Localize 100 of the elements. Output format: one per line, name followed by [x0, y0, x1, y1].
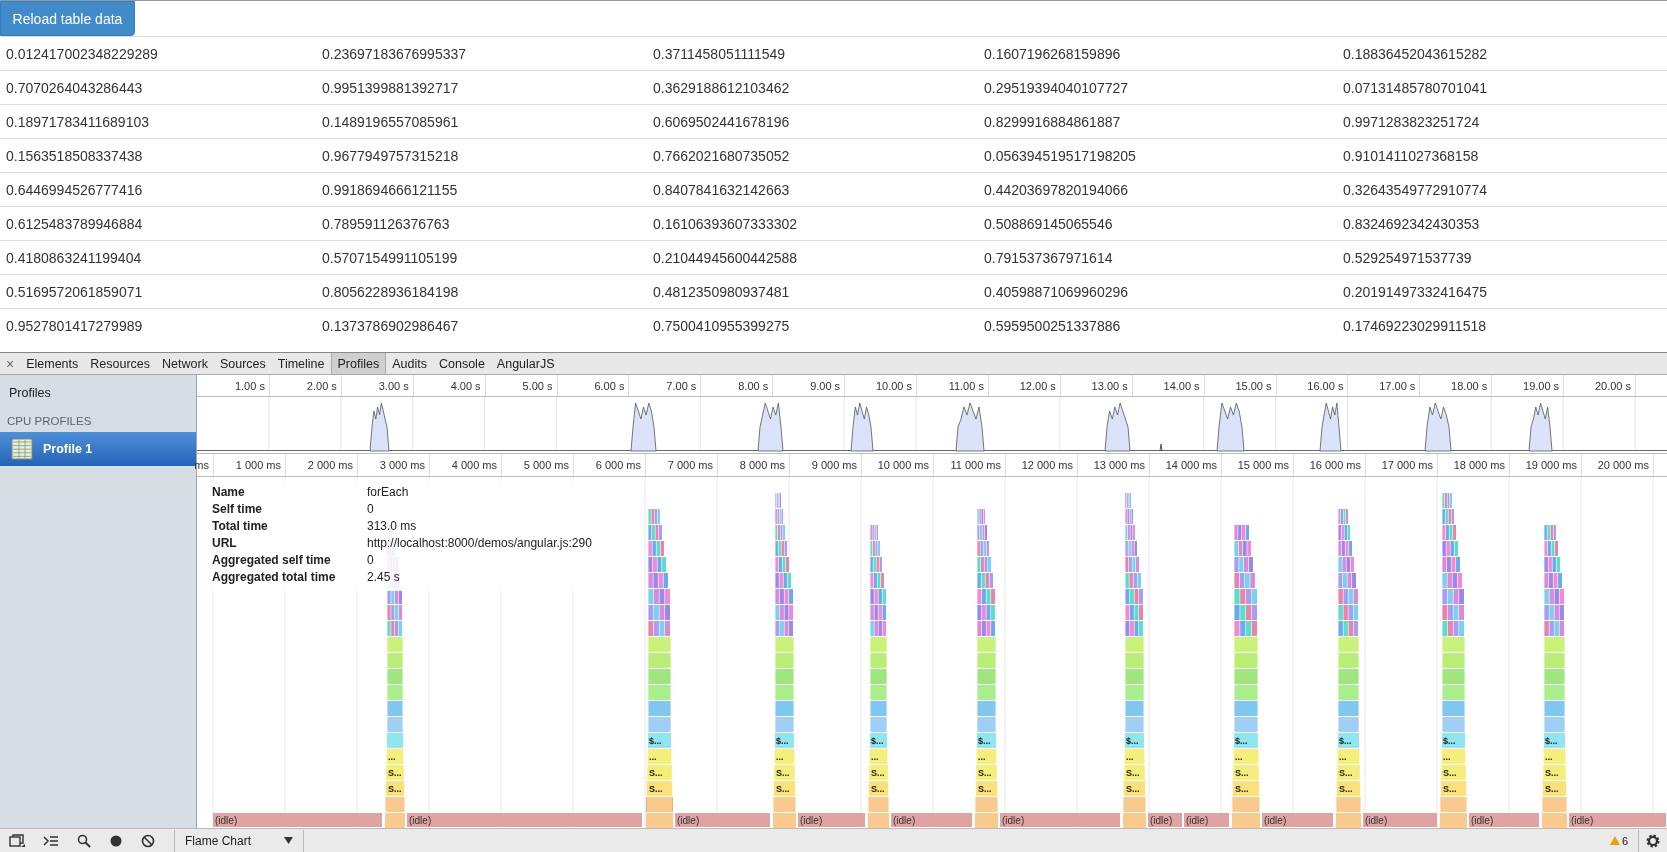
tooltip-label: Self time [212, 501, 263, 517]
record-icon[interactable] [109, 833, 123, 848]
tab[interactable]: Timeline [271, 353, 331, 374]
clear-icon[interactable] [141, 833, 155, 848]
tick-label: 5.00 s [522, 380, 553, 392]
frame-label: ... [388, 752, 396, 762]
table-cell-text: 0.8056228936184198 [321, 283, 460, 300]
call-stack-bars[interactable] [646, 509, 673, 828]
frame-label: S... [1339, 768, 1353, 778]
tab[interactable]: Console [432, 353, 491, 374]
tick-label: 14.00 s [1163, 380, 1200, 392]
tab[interactable]: Sources [213, 353, 272, 374]
frame-label: $... [1339, 736, 1352, 746]
dock-icon[interactable] [9, 833, 25, 848]
spreadsheet-icon [11, 438, 33, 460]
call-stack-bars[interactable] [1336, 509, 1361, 828]
tick-label: 4.00 s [450, 380, 481, 392]
call-stack-bars[interactable] [1542, 525, 1567, 828]
frame-label: $... [1235, 736, 1248, 746]
table-cell-text: 0.7662021680735052 [652, 147, 791, 164]
table-cell-text: 0.012417002348229289 [5, 45, 159, 62]
caret-icon [284, 837, 293, 844]
tooltip-value: forEach [367, 484, 410, 500]
table-cell-text: 0.5959500251337886 [983, 317, 1122, 334]
warning-counter[interactable]: 6 [1609, 829, 1639, 852]
table-cell-text: 0.40598871069960296 [983, 283, 1130, 300]
call-stack-bars[interactable] [868, 525, 889, 828]
tick-label: 17 000 ms [1381, 459, 1433, 471]
frame-label: S... [1235, 784, 1249, 794]
tick-label: 4 000 ms [451, 459, 497, 471]
idle-bar[interactable]: (idle) [1000, 813, 1120, 827]
idle-bar[interactable]: (idle) [1184, 813, 1229, 827]
table-cell-text: 0.3629188612103462 [652, 79, 791, 96]
section-heading: CPU PROFILES [6, 414, 93, 429]
idle-bar[interactable]: (idle) [1469, 813, 1539, 827]
console-drawer-icon[interactable] [43, 833, 59, 848]
tab[interactable]: Elements [20, 353, 85, 374]
table-cell-text: 0.7500410955399275 [652, 317, 791, 334]
call-stack-bars[interactable] [1123, 493, 1146, 828]
frame-label: S... [1126, 768, 1140, 778]
sidebar-title: Profiles [8, 385, 52, 402]
idle-bar[interactable]: (idle) [675, 813, 770, 827]
table-cell-text: 0.8299916884861887 [983, 113, 1122, 130]
tab[interactable]: Resources [84, 353, 157, 374]
tick-label: 9 000 ms [811, 459, 857, 471]
tick-label: 11.00 s [948, 380, 984, 392]
frame-label: S... [649, 768, 663, 778]
frame-label: S... [1443, 768, 1457, 778]
tick-label: 15 000 ms [1237, 459, 1289, 471]
idle-bar[interactable]: (idle) [407, 813, 642, 827]
profile-item[interactable]: Profile 1 [0, 432, 196, 466]
idle-bar[interactable]: (idle) [213, 813, 382, 827]
tab[interactable]: Audits [386, 353, 433, 374]
frame-label: S... [388, 784, 402, 794]
tick-label: ms [194, 459, 209, 471]
tick-label: 18 000 ms [1453, 459, 1505, 471]
reload-button[interactable]: Reload table data [0, 1, 135, 36]
table-cell-text: 0.6125483789946884 [5, 215, 144, 232]
call-stack-bars[interactable] [1440, 493, 1467, 828]
idle-bar[interactable]: (idle) [1262, 813, 1333, 827]
cpu-usage-peak [757, 402, 784, 452]
tick-label: 12 000 ms [1021, 459, 1073, 471]
view-dropdown[interactable]: Flame Chart [174, 829, 304, 852]
call-stack-bars[interactable] [975, 509, 998, 828]
idle-bar[interactable]: (idle) [798, 813, 865, 827]
frame-label: ... [1339, 752, 1347, 762]
table-cell-text: 0.23697183676995337 [321, 45, 468, 62]
tick-label: 3 000 ms [379, 459, 425, 471]
tick-label: 2 000 ms [307, 459, 353, 471]
idle-bar[interactable]: (idle) [891, 813, 972, 827]
search-icon[interactable] [77, 833, 91, 848]
idle-bar[interactable]: (idle) [1569, 813, 1666, 827]
idle-bar[interactable]: (idle) [1148, 813, 1182, 827]
frame-label: $... [1443, 736, 1456, 746]
table-cell-text: 0.21044945600442588 [652, 249, 799, 266]
table-cell-text: 0.789591126376763 [321, 215, 451, 232]
cpu-usage-peak [1159, 443, 1163, 452]
tick-label: 3.00 s [378, 380, 409, 392]
tab[interactable]: AngularJS [490, 353, 561, 374]
settings-icon[interactable] [1645, 832, 1661, 849]
tick-label: 13.00 s [1091, 380, 1128, 392]
cpu-usage-peak [850, 402, 874, 452]
call-stack-bars[interactable] [773, 493, 796, 828]
call-stack-bars[interactable] [1232, 525, 1260, 828]
frame-label: S... [776, 768, 790, 778]
tab[interactable]: Network [156, 353, 214, 374]
cpu-usage-peak [1104, 402, 1131, 452]
frame-label: S... [1545, 768, 1559, 778]
tick-label: 1 000 ms [235, 459, 281, 471]
tooltip-value: http://localhost:8000/demos/angular.js:290 [367, 535, 592, 551]
table-cell-text: 0.1607196268159896 [983, 45, 1122, 62]
tick-label: 8.00 s [738, 380, 769, 392]
table-cell-text: 0.4812350980937481 [652, 283, 791, 300]
close-button[interactable]: × [2, 353, 21, 374]
table-cell-text: 0.791537367971614 [983, 249, 1114, 266]
tab[interactable]: Profiles [330, 353, 387, 374]
tick-label: 8 000 ms [739, 459, 785, 471]
tooltip-label: Total time [212, 518, 269, 534]
table-cell-text: 0.44203697820194066 [983, 181, 1130, 198]
idle-bar[interactable]: (idle) [1363, 813, 1437, 827]
